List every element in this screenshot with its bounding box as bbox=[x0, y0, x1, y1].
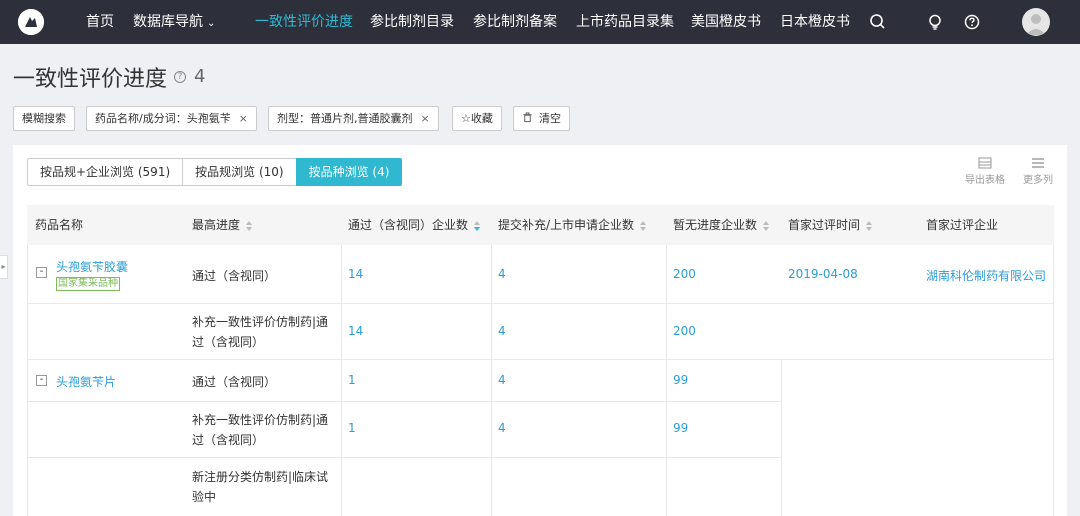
nav-database[interactable]: 数据库导航 ⌄ bbox=[133, 0, 215, 44]
trash-icon bbox=[523, 112, 532, 123]
tab-spec-company[interactable]: 按品规+企业浏览 (591) bbox=[27, 158, 184, 186]
table-icon bbox=[978, 157, 992, 169]
more-columns-button[interactable]: 更多列 bbox=[1018, 157, 1058, 186]
column-divider bbox=[666, 245, 667, 516]
column-divider bbox=[491, 245, 492, 516]
header-passed-count[interactable]: 通过（含视同）企业数 bbox=[348, 205, 482, 245]
no-progress-count-link[interactable]: 99 bbox=[673, 421, 688, 435]
filter-drug-value: 头孢氨苄 bbox=[186, 112, 231, 125]
header-first-pass-company: 首家过评企业 bbox=[926, 218, 999, 232]
row-divider bbox=[27, 359, 1054, 360]
search-icon[interactable] bbox=[868, 12, 888, 32]
chevron-down-icon: ⌄ bbox=[207, 18, 216, 29]
help-icon[interactable]: ? bbox=[174, 71, 186, 83]
table-border bbox=[1053, 245, 1054, 516]
header-passed-count-label: 通过（含视同）企业数 bbox=[348, 218, 469, 232]
sort-icon[interactable] bbox=[763, 220, 771, 231]
passed-count-link[interactable]: 1 bbox=[348, 373, 356, 387]
first-pass-company-link[interactable]: 湖南科伦制药有限公司 bbox=[926, 267, 1046, 284]
close-icon[interactable]: × bbox=[421, 112, 430, 125]
row-divider bbox=[27, 457, 782, 458]
results-panel: 按品规+企业浏览 (591) 按品规浏览 (10) 按品种浏览 (4) 导出表格… bbox=[13, 145, 1067, 516]
progress-cell: 补充一致性评价仿制药|通过（含视同） bbox=[192, 413, 329, 447]
nav-database-label: 数据库导航 bbox=[133, 14, 203, 30]
header-no-progress-count-label: 暂无进度企业数 bbox=[673, 218, 758, 232]
clear-button[interactable]: 清空 bbox=[513, 106, 570, 131]
list-icon bbox=[1032, 158, 1044, 168]
top-nav-bar: 首页 数据库导航 ⌄ 一致性评价进度 参比制剂目录 参比制剂备案 上市药品目录集 … bbox=[0, 0, 1080, 44]
filter-drug-label: 药品名称/成分词： bbox=[95, 112, 187, 125]
header-submitted-count-label: 提交补充/上市申请企业数 bbox=[498, 218, 635, 232]
passed-count-link[interactable]: 14 bbox=[348, 324, 363, 338]
passed-count-link[interactable]: 14 bbox=[348, 267, 363, 281]
no-progress-count-link[interactable]: 200 bbox=[673, 324, 696, 338]
clear-label: 清空 bbox=[539, 112, 561, 125]
drug-name-link[interactable]: 头孢氨苄片 bbox=[56, 373, 116, 390]
no-progress-count-link[interactable]: 200 bbox=[673, 267, 696, 281]
sort-icon[interactable] bbox=[640, 220, 648, 231]
column-divider bbox=[781, 360, 782, 516]
nav-reference-filing[interactable]: 参比制剂备案 bbox=[473, 0, 557, 44]
filter-chip-drug-name: 药品名称/成分词：头孢氨苄 × bbox=[86, 106, 257, 131]
page-title: 一致性评价进度 bbox=[13, 67, 168, 92]
progress-cell: 补充一致性评价仿制药|通过（含视同） bbox=[192, 315, 329, 349]
favorite-button[interactable]: ☆收藏 bbox=[452, 106, 502, 131]
progress-cell: 通过（含视同） bbox=[192, 269, 277, 283]
header-drug-name: 药品名称 bbox=[35, 218, 84, 232]
tab-spec[interactable]: 按品规浏览 (10) bbox=[182, 158, 297, 186]
passed-count-link[interactable]: 1 bbox=[348, 421, 356, 435]
header-submitted-count[interactable]: 提交补充/上市申请企业数 bbox=[498, 205, 648, 245]
sort-desc-icon[interactable] bbox=[474, 220, 482, 231]
collapse-toggle[interactable]: - bbox=[36, 375, 47, 386]
export-label: 导出表格 bbox=[965, 175, 1005, 186]
filter-dosage-label: 剂型： bbox=[277, 112, 310, 125]
nav-listed-drugs[interactable]: 上市药品目录集 bbox=[576, 0, 674, 44]
nav-us-orange-book[interactable]: 美国橙皮书 bbox=[691, 0, 761, 44]
submitted-count-link[interactable]: 4 bbox=[498, 421, 506, 435]
drug-name-link[interactable]: 头孢氨苄胶囊 bbox=[56, 258, 128, 275]
submitted-count-link[interactable]: 4 bbox=[498, 267, 506, 281]
view-tabs: 按品规+企业浏览 (591) 按品规浏览 (10) 按品种浏览 (4) bbox=[27, 158, 403, 186]
progress-cell: 通过（含视同） bbox=[192, 375, 277, 389]
table-header: 药品名称 最高进度 通过（含视同）企业数 提交补充/上市申请企业数 暂无进度企业… bbox=[27, 205, 1054, 245]
tab-variety[interactable]: 按品种浏览 (4) bbox=[295, 158, 403, 186]
close-icon[interactable]: × bbox=[239, 112, 248, 125]
header-first-pass-date-label: 首家过评时间 bbox=[788, 218, 861, 232]
logo-icon[interactable] bbox=[18, 9, 44, 35]
filter-dosage-value: 普通片剂,普通胶囊剂 bbox=[310, 112, 413, 125]
user-avatar[interactable] bbox=[1022, 8, 1050, 36]
header-no-progress-count[interactable]: 暂无进度企业数 bbox=[673, 205, 771, 245]
submitted-count-link[interactable]: 4 bbox=[498, 373, 506, 387]
nav-reference-catalog[interactable]: 参比制剂目录 bbox=[370, 0, 454, 44]
nav-consistency-progress[interactable]: 一致性评价进度 bbox=[255, 0, 353, 44]
row-divider bbox=[27, 303, 1054, 304]
sort-icon[interactable] bbox=[246, 220, 254, 231]
more-columns-label: 更多列 bbox=[1023, 175, 1053, 186]
nav-jp-orange-book[interactable]: 日本橙皮书 bbox=[780, 0, 850, 44]
sidebar-toggle[interactable]: ▸ bbox=[0, 255, 8, 279]
no-progress-count-link[interactable]: 99 bbox=[673, 373, 688, 387]
header-top-progress-label: 最高进度 bbox=[192, 218, 241, 232]
header-first-pass-date[interactable]: 首家过评时间 bbox=[788, 205, 874, 245]
collective-purchase-badge: 国家集采品种 bbox=[56, 277, 120, 291]
collapse-toggle[interactable]: - bbox=[36, 267, 47, 278]
table-border bbox=[27, 245, 28, 516]
fuzzy-search-button[interactable]: 模糊搜索 bbox=[13, 106, 75, 131]
export-table-button[interactable]: 导出表格 bbox=[965, 157, 1005, 186]
column-divider bbox=[341, 245, 342, 516]
first-pass-date[interactable]: 2019-04-08 bbox=[788, 267, 858, 281]
row-divider bbox=[27, 401, 782, 402]
result-count: 4 bbox=[194, 66, 206, 87]
nav-home[interactable]: 首页 bbox=[86, 0, 114, 44]
header-top-progress[interactable]: 最高进度 bbox=[192, 205, 254, 245]
submitted-count-link[interactable]: 4 bbox=[498, 324, 506, 338]
help-icon[interactable] bbox=[962, 12, 982, 32]
progress-cell: 新注册分类仿制药|临床试验中 bbox=[192, 470, 329, 504]
lightbulb-icon[interactable] bbox=[925, 12, 945, 32]
sort-icon[interactable] bbox=[866, 220, 874, 231]
filter-chip-dosage-form: 剂型：普通片剂,普通胶囊剂 × bbox=[268, 106, 439, 131]
